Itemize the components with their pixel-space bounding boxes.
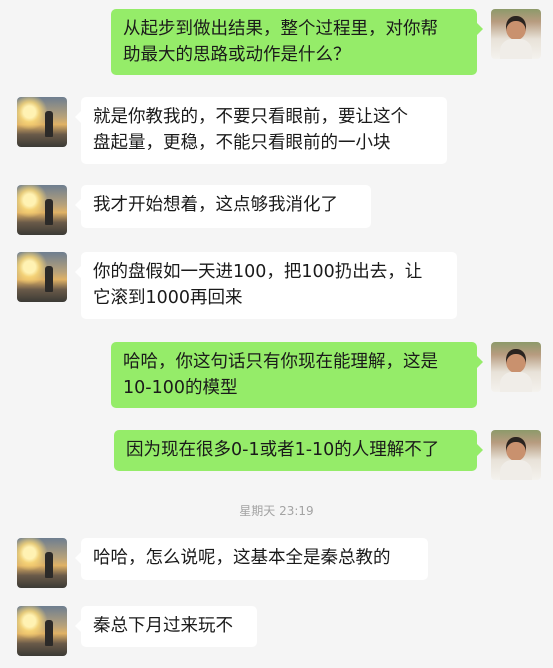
message-bubble-other[interactable]: 我才开始想着，这点够我消化了	[75, 185, 371, 228]
message-bubble-other[interactable]: 就是你教我的，不要只看眼前，要让这个 盘起量，更稳，不能只看眼前的一小块	[75, 97, 447, 164]
message-bubble-other[interactable]: 秦总下月过来玩不	[75, 606, 257, 647]
self-avatar[interactable]	[491, 342, 541, 392]
message-bubble-self[interactable]: 从起步到做出结果，整个过程里，对你帮 助最大的思路或动作是什么？	[111, 9, 483, 75]
message-text: 哈哈，你这句话只有你现在能理解，这是	[123, 352, 438, 372]
timestamp: 星期天 23:19	[239, 504, 314, 518]
message-bubble-self[interactable]: 因为现在很多0-1或者1-10的人理解不了	[114, 430, 483, 471]
contact-avatar[interactable]	[17, 97, 67, 147]
message-text: 我才开始想着，这点够我消化了	[93, 195, 338, 215]
self-avatar[interactable]	[491, 9, 541, 59]
message-text: 哈哈，怎么说呢，这基本全是秦总教的	[93, 548, 391, 568]
contact-avatar[interactable]	[17, 185, 67, 235]
chat-history: 从起步到做出结果，整个过程里，对你帮 助最大的思路或动作是什么？ 就是你教我的，…	[0, 0, 553, 668]
message-text: 秦总下月过来玩不	[93, 616, 233, 636]
message-text: 它滚到1000再回来	[93, 288, 243, 308]
contact-avatar[interactable]	[17, 252, 67, 302]
message-text: 你的盘假如一天进100，把100扔出去，让	[93, 262, 423, 282]
message-bubble-other[interactable]: 你的盘假如一天进100，把100扔出去，让 它滚到1000再回来	[75, 252, 457, 319]
message-text: 从起步到做出结果，整个过程里，对你帮	[123, 19, 438, 39]
message-bubble-other[interactable]: 哈哈，怎么说呢，这基本全是秦总教的	[75, 538, 428, 580]
message-bubble-self[interactable]: 哈哈，你这句话只有你现在能理解，这是 10-100的模型	[111, 342, 483, 408]
contact-avatar[interactable]	[17, 538, 67, 588]
message-text: 就是你教我的，不要只看眼前，要让这个	[93, 107, 408, 127]
message-text: 盘起量，更稳，不能只看眼前的一小块	[93, 133, 391, 153]
self-avatar[interactable]	[491, 430, 541, 480]
contact-avatar[interactable]	[17, 606, 67, 656]
message-text: 因为现在很多0-1或者1-10的人理解不了	[126, 440, 440, 460]
message-text: 助最大的思路或动作是什么？	[123, 45, 351, 65]
message-text: 10-100的模型	[123, 378, 238, 398]
